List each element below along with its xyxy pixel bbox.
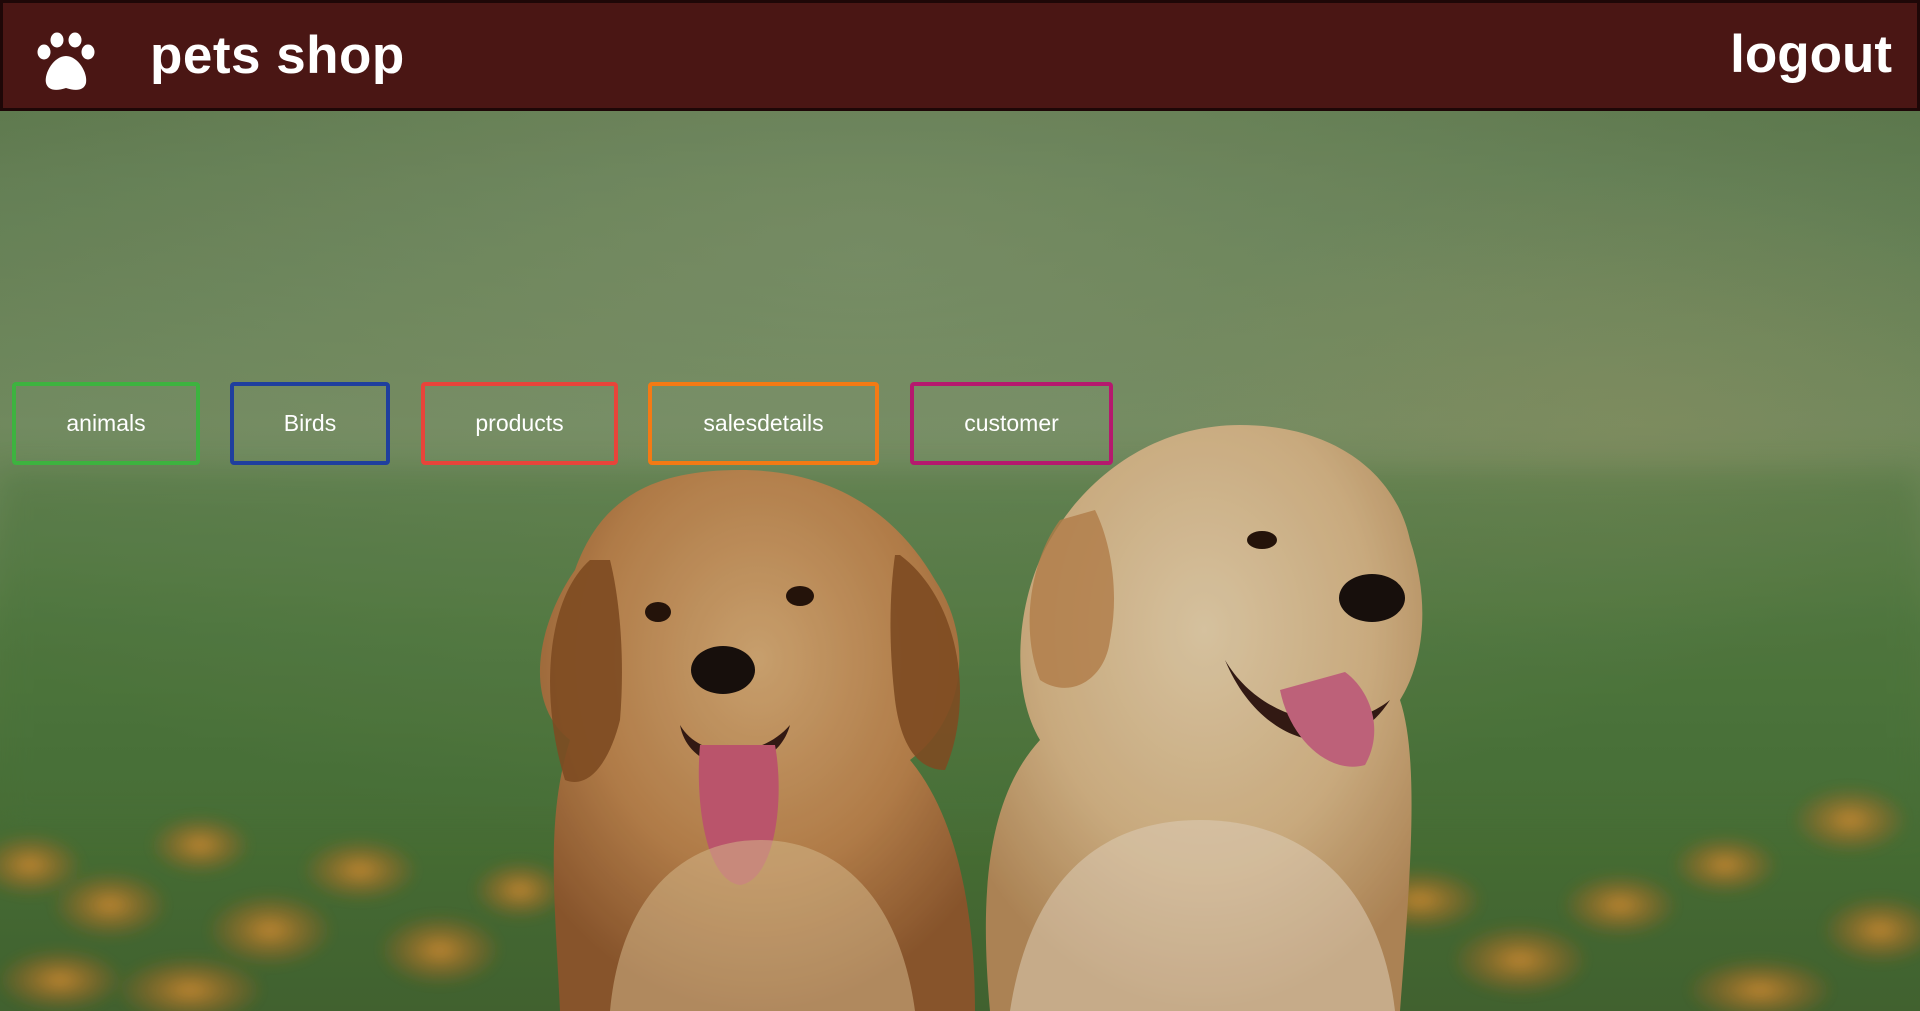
products-button[interactable]: products: [421, 382, 618, 465]
page: pets shop logout animals Birds products …: [0, 0, 1920, 1011]
paw-icon[interactable]: [35, 31, 97, 93]
customer-button[interactable]: customer: [910, 382, 1113, 465]
brand-title: pets shop: [150, 26, 405, 85]
birds-button[interactable]: Birds: [230, 382, 390, 465]
animals-button[interactable]: animals: [12, 382, 200, 465]
hero-background-image: [0, 0, 1920, 1011]
salesdetails-button[interactable]: salesdetails: [648, 382, 879, 465]
logout-link[interactable]: logout: [1730, 24, 1892, 86]
top-header: pets shop logout: [0, 0, 1920, 111]
